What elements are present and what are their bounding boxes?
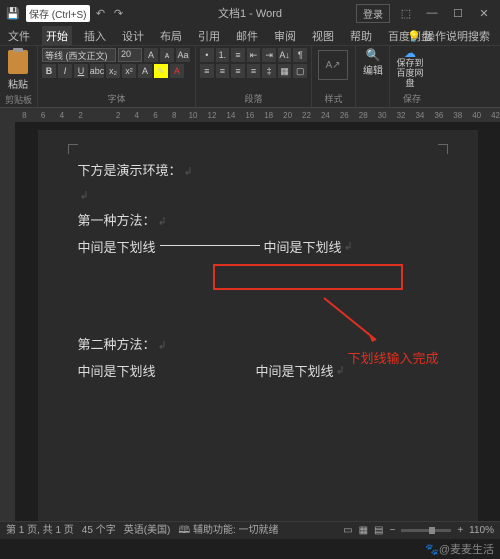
titlebar: 💾 保存 (Ctrl+S) ↶ ↷ 文档1 - Word 登录 ⬚ — ☐ ✕ — [0, 0, 500, 26]
zoom-out-icon[interactable]: − — [389, 525, 395, 536]
ribbon-options-icon[interactable]: ⬚ — [396, 7, 416, 20]
align-right-icon[interactable]: ≡ — [231, 64, 245, 78]
font-name-select[interactable]: 等线 (西文正文) — [42, 48, 116, 62]
window-title: 文档1 - Word — [218, 5, 282, 21]
ribbon-group-baidu: ☁ 保存到 百度网盘 保存 — [390, 46, 434, 107]
shrink-font-icon[interactable]: ᴀ — [160, 48, 174, 62]
redo-icon[interactable]: ↷ — [112, 6, 126, 20]
margin-corner — [438, 144, 448, 154]
zoom-level[interactable]: 110% — [469, 525, 494, 536]
document-area: 下方是演示环境：↲ ↲ 第一种方法：↲ 中间是下划线中间是下划线↲ 下划线输入完… — [0, 122, 500, 536]
bullets-icon[interactable]: • — [200, 48, 214, 62]
annotation-text: 下划线输入完成 — [348, 348, 439, 367]
view-web-icon[interactable]: ▤ — [374, 525, 383, 536]
tab-layout[interactable]: 布局 — [156, 26, 186, 46]
status-bar: 第 1 页, 共 1 页 45 个字 英语(美国) 🕮 辅助功能: 一切就绪 ▭… — [0, 521, 500, 539]
watermark: 🐾@麦麦生活 — [425, 541, 494, 557]
paragraph: ↲ — [78, 187, 438, 202]
login-button[interactable]: 登录 — [356, 4, 390, 23]
status-page[interactable]: 第 1 页, 共 1 页 — [6, 521, 74, 540]
view-print-icon[interactable]: ▦ — [359, 525, 368, 536]
tab-design[interactable]: 设计 — [118, 26, 148, 46]
strikethrough-icon[interactable]: abc — [90, 64, 104, 78]
paragraph: 第一种方法：↲ — [78, 210, 438, 229]
save-tooltip: 保存 (Ctrl+S) — [26, 5, 90, 22]
quick-access-toolbar: 💾 保存 (Ctrl+S) ↶ ↷ — [0, 5, 132, 22]
view-read-icon[interactable]: ▭ — [343, 525, 352, 536]
clipboard-icon — [8, 50, 28, 74]
increase-indent-icon[interactable]: ⇥ — [262, 48, 276, 62]
document-page[interactable]: 下方是演示环境：↲ ↲ 第一种方法：↲ 中间是下划线中间是下划线↲ 下划线输入完… — [38, 130, 478, 530]
underline-icon[interactable]: U — [74, 64, 88, 78]
tab-mailings[interactable]: 邮件 — [232, 26, 262, 46]
horizontal-ruler[interactable]: 8642246810121416182022242628303234363840… — [0, 108, 500, 122]
grow-font-icon[interactable]: A — [144, 48, 158, 62]
styles-gallery[interactable]: A↗ — [318, 50, 348, 80]
text-effects-icon[interactable]: A — [138, 64, 152, 78]
tab-help[interactable]: 帮助 — [346, 26, 376, 46]
ribbon-group-font: 等线 (西文正文) 20 A ᴀ Aa B I U abc x₂ x² A ✎ … — [38, 46, 196, 107]
ribbon-tabs: 文件 开始 插入 设计 布局 引用 邮件 审阅 视图 帮助 百度网盘 💡 操作说… — [0, 26, 500, 46]
multilevel-icon[interactable]: ≡ — [231, 48, 245, 62]
numbering-icon[interactable]: 1. — [216, 48, 230, 62]
paste-button[interactable]: 粘贴 — [4, 48, 32, 91]
tell-me-search[interactable]: 💡 操作说明搜索 — [403, 26, 494, 46]
ribbon-group-paragraph: • 1. ≡ ⇤ ⇥ A↓ ¶ ≡ ≡ ≡ ≡ ‡ ▦ ▢ 段落 — [196, 46, 312, 107]
tab-review[interactable]: 审阅 — [270, 26, 300, 46]
maximize-icon[interactable]: ☐ — [448, 7, 468, 20]
tab-insert[interactable]: 插入 — [80, 26, 110, 46]
baidu-save-button[interactable]: ☁ 保存到 百度网盘 — [394, 48, 426, 88]
find-icon: 🔍 — [360, 48, 386, 62]
cloud-icon: ☁ — [394, 48, 426, 58]
ribbon-group-clipboard: 粘贴 剪贴板 — [0, 46, 38, 107]
highlight-icon[interactable]: ✎ — [154, 64, 168, 78]
ribbon-group-editing: 🔍 编辑 — [356, 46, 390, 107]
tab-references[interactable]: 引用 — [194, 26, 224, 46]
ribbon: 粘贴 剪贴板 等线 (西文正文) 20 A ᴀ Aa B I U abc x₂ … — [0, 46, 500, 108]
annotation-arrow — [316, 294, 386, 344]
status-word-count[interactable]: 45 个字 — [82, 521, 116, 540]
paw-icon: 🐾 — [425, 544, 439, 556]
margin-corner — [68, 144, 78, 154]
tab-view[interactable]: 视图 — [308, 26, 338, 46]
sort-icon[interactable]: A↓ — [278, 48, 292, 62]
close-icon[interactable]: ✕ — [474, 7, 494, 20]
borders-icon[interactable]: ▢ — [293, 64, 307, 78]
zoom-in-icon[interactable]: + — [457, 525, 463, 536]
align-left-icon[interactable]: ≡ — [200, 64, 214, 78]
justify-icon[interactable]: ≡ — [247, 64, 261, 78]
undo-icon[interactable]: ↶ — [94, 6, 108, 20]
status-language[interactable]: 英语(美国) — [124, 521, 171, 540]
minimize-icon[interactable]: — — [422, 7, 442, 19]
zoom-slider[interactable] — [401, 529, 451, 532]
italic-icon[interactable]: I — [58, 64, 72, 78]
decrease-indent-icon[interactable]: ⇤ — [247, 48, 261, 62]
font-color-icon[interactable]: A — [170, 64, 184, 78]
paragraph: 下方是演示环境：↲ — [78, 160, 438, 179]
font-size-select[interactable]: 20 — [118, 48, 142, 62]
para-mark-icon: ↲ — [184, 166, 193, 178]
ribbon-group-styles: A↗ 样式 — [312, 46, 356, 107]
save-icon[interactable]: 💾 — [6, 6, 20, 20]
paragraph-underline-example: 中间是下划线中间是下划线↲ — [78, 237, 438, 256]
change-case-icon[interactable]: Aa — [176, 48, 190, 62]
status-accessibility[interactable]: 🕮 辅助功能: 一切就绪 — [178, 521, 278, 540]
tab-file[interactable]: 文件 — [4, 26, 34, 46]
subscript-icon[interactable]: x₂ — [106, 64, 120, 78]
find-button[interactable]: 🔍 编辑 — [360, 48, 386, 77]
show-marks-icon[interactable]: ¶ — [293, 48, 307, 62]
bold-icon[interactable]: B — [42, 64, 56, 78]
annotation-highlight-box — [213, 264, 403, 290]
tab-home[interactable]: 开始 — [42, 26, 72, 46]
superscript-icon[interactable]: x² — [122, 64, 136, 78]
align-center-icon[interactable]: ≡ — [216, 64, 230, 78]
vertical-ruler[interactable] — [0, 122, 15, 536]
shading-icon[interactable]: ▦ — [278, 64, 292, 78]
line-spacing-icon[interactable]: ‡ — [262, 64, 276, 78]
